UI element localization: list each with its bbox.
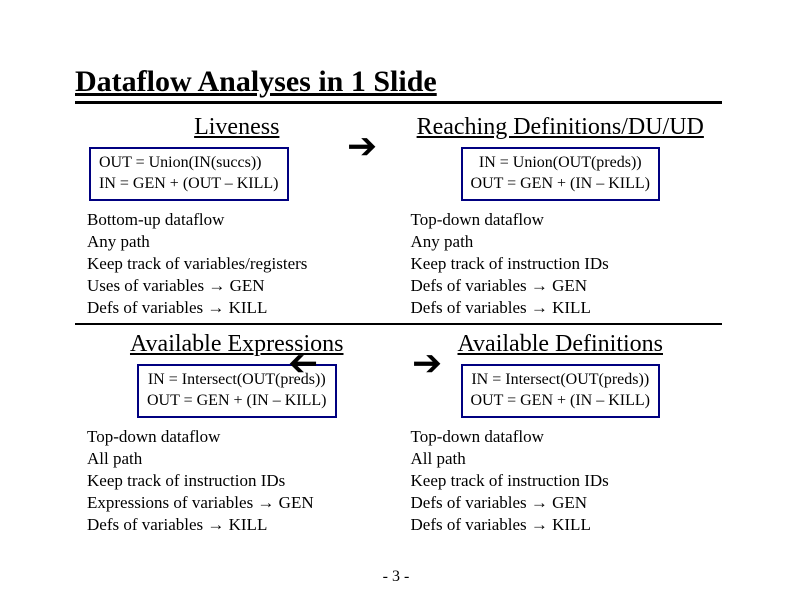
avdef-d3: Keep track of instruction IDs xyxy=(411,470,719,492)
arrow-right-icon: ➔ xyxy=(412,345,442,381)
reaching-equations: IN = Union(OUT(preds)) OUT = GEN + (IN –… xyxy=(461,147,661,201)
avdef-d1: Top-down dataflow xyxy=(411,426,719,448)
reaching-d3: Keep track of instruction IDs xyxy=(411,253,719,275)
avdef-d4: Defs of variables → GEN xyxy=(411,492,719,514)
liveness-equations: OUT = Union(IN(succs)) IN = GEN + (OUT –… xyxy=(89,147,289,201)
avexpr-eq2: OUT = GEN + (IN – KILL) xyxy=(147,391,327,412)
liveness-eq1: OUT = Union(IN(succs)) xyxy=(99,153,279,174)
reaching-d1: Top-down dataflow xyxy=(411,209,719,231)
avexpr-desc: Top-down dataflow All path Keep track of… xyxy=(79,426,395,536)
avdef-title: Available Definitions xyxy=(403,331,719,358)
page-title: Dataflow Analyses in 1 Slide xyxy=(75,65,722,99)
liveness-d4: Uses of variables → GEN xyxy=(87,275,395,297)
avdef-d5: Defs of variables → KILL xyxy=(411,514,719,536)
liveness-d5: Defs of variables → KILL xyxy=(87,297,395,319)
title-divider xyxy=(75,101,722,104)
quad-reaching: Reaching Definitions/DU/UD IN = Union(OU… xyxy=(399,114,723,319)
quad-avexpr: Available Expressions IN = Intersect(OUT… xyxy=(75,331,399,536)
avexpr-d3: Keep track of instruction IDs xyxy=(87,470,395,492)
reaching-title: Reaching Definitions/DU/UD xyxy=(403,114,719,141)
reaching-d4: Defs of variables → GEN xyxy=(411,275,719,297)
arrow-right-icon: ➔ xyxy=(347,128,377,164)
liveness-d1: Bottom-up dataflow xyxy=(87,209,395,231)
content-grid: Liveness OUT = Union(IN(succs)) IN = GEN… xyxy=(75,114,722,536)
liveness-d3: Keep track of variables/registers xyxy=(87,253,395,275)
reaching-d2: Any path xyxy=(411,231,719,253)
avdef-d2: All path xyxy=(411,448,719,470)
quad-avdef: Available Definitions IN = Intersect(OUT… xyxy=(399,331,723,536)
liveness-d2: Any path xyxy=(87,231,395,253)
avexpr-d5: Defs of variables → KILL xyxy=(87,514,395,536)
avdef-equations: IN = Intersect(OUT(preds)) OUT = GEN + (… xyxy=(461,364,661,418)
avexpr-d1: Top-down dataflow xyxy=(87,426,395,448)
reaching-eq1: IN = Union(OUT(preds)) xyxy=(471,153,651,174)
liveness-eq2: IN = GEN + (OUT – KILL) xyxy=(99,174,279,195)
reaching-desc: Top-down dataflow Any path Keep track of… xyxy=(403,209,719,319)
avexpr-d4: Expressions of variables → GEN xyxy=(87,492,395,514)
liveness-desc: Bottom-up dataflow Any path Keep track o… xyxy=(79,209,395,319)
avexpr-d2: All path xyxy=(87,448,395,470)
reaching-eq2: OUT = GEN + (IN – KILL) xyxy=(471,174,651,195)
page-number: - 3 - xyxy=(0,568,792,586)
reaching-d5: Defs of variables → KILL xyxy=(411,297,719,319)
avexpr-title: Available Expressions xyxy=(79,331,395,358)
avdef-desc: Top-down dataflow All path Keep track of… xyxy=(403,426,719,536)
arrow-left-icon: ➔ xyxy=(288,345,318,381)
mid-divider xyxy=(75,323,722,325)
avdef-eq1: IN = Intersect(OUT(preds)) xyxy=(471,370,651,391)
avdef-eq2: OUT = GEN + (IN – KILL) xyxy=(471,391,651,412)
